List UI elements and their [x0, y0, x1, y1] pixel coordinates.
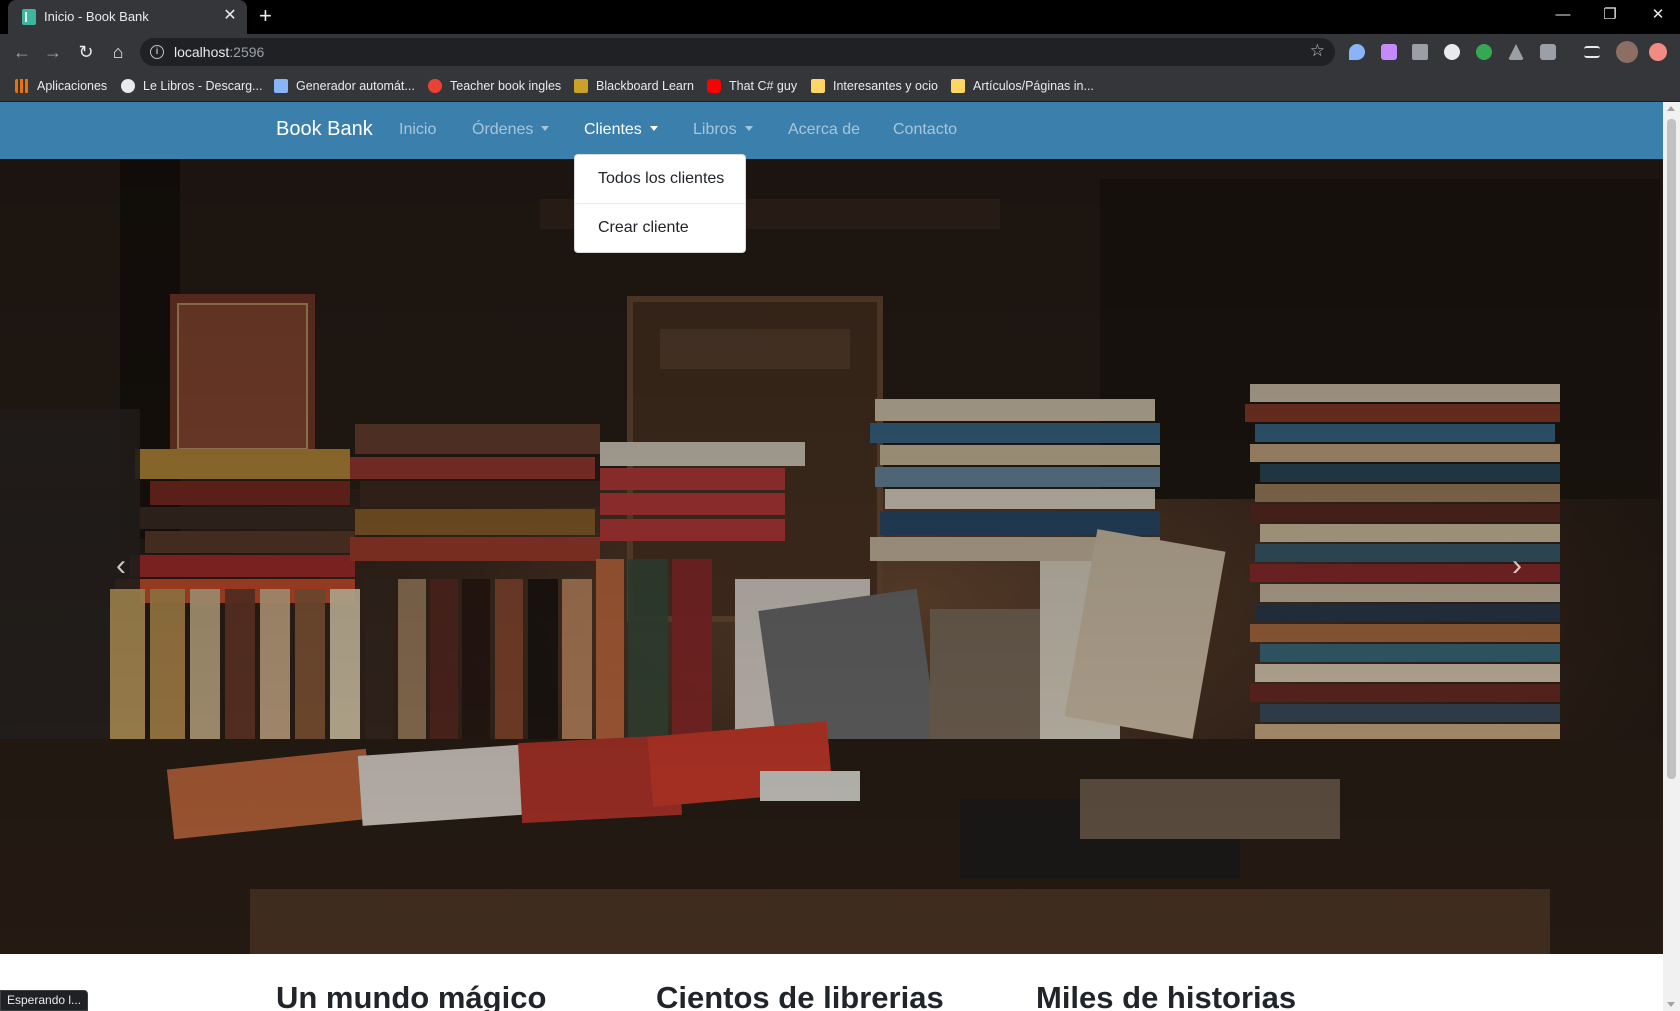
dropdown-divider	[575, 203, 745, 204]
nav-contacto[interactable]: Contacto	[893, 121, 957, 139]
bookmark-apps[interactable]: Aplicaciones	[15, 77, 107, 95]
address-bar[interactable]: i localhost:2596 ☆	[140, 38, 1335, 66]
feature-heading-2: Cientos de librerias	[656, 980, 944, 1011]
bookmark-folder-articulos[interactable]: Artículos/Páginas in...	[951, 77, 1094, 95]
window-close-button[interactable]: ✕	[1636, 4, 1680, 26]
dropdown-item-crear-cliente[interactable]: Crear cliente	[575, 206, 745, 250]
extension-volume-icon[interactable]	[1412, 44, 1428, 60]
brand-logo-text[interactable]: Book Bank	[276, 118, 373, 141]
scroll-thumb[interactable]	[1667, 119, 1676, 779]
page-scrollbar[interactable]	[1663, 102, 1680, 1011]
caret-down-icon	[744, 126, 753, 131]
site-navbar: Book Bank Inicio Órdenes Clientes Libros…	[0, 102, 1663, 159]
page-viewport: ‹ › Book Bank Inicio Órdenes Clientes Li…	[0, 102, 1680, 1011]
browser-toolbar: ← → ↻ ⌂ i localhost:2596 ☆	[0, 34, 1680, 70]
nav-ordenes[interactable]: Órdenes	[472, 121, 550, 139]
target-icon	[428, 79, 442, 93]
nav-libros[interactable]: Libros	[693, 121, 753, 139]
hero-carousel: ‹ ›	[0, 159, 1663, 954]
feature-heading-3: Miles de historias	[1036, 980, 1297, 1011]
folder-icon	[811, 79, 825, 93]
globe-icon	[121, 79, 135, 93]
bookmark-that-csharp-guy[interactable]: That C# guy	[707, 77, 797, 95]
scroll-up-icon[interactable]	[1667, 106, 1675, 111]
book-favicon-icon	[22, 9, 36, 25]
bookmark-teacher-book[interactable]: Teacher book ingles	[428, 77, 561, 95]
forward-button[interactable]: →	[42, 41, 64, 63]
back-button[interactable]: ←	[11, 41, 33, 63]
media-queue-icon[interactable]	[1584, 46, 1600, 58]
apps-grid-icon	[15, 79, 29, 93]
bookmark-blackboard[interactable]: Blackboard Learn	[574, 77, 694, 95]
extension-calendar-icon[interactable]	[1381, 44, 1397, 60]
extension-puzzle-icon[interactable]	[1540, 44, 1556, 60]
nav-libros-label: Libros	[693, 121, 737, 138]
tab-title: Inicio - Book Bank	[44, 9, 149, 24]
dropdown-item-todos-los-clientes[interactable]: Todos los clientes	[575, 157, 745, 201]
nav-clientes[interactable]: Clientes	[584, 121, 658, 139]
caret-down-icon	[541, 126, 550, 131]
profile-avatar[interactable]	[1616, 41, 1638, 63]
nav-ordenes-label: Órdenes	[472, 121, 534, 138]
scroll-down-icon[interactable]	[1667, 1002, 1675, 1007]
browser-window: Inicio - Book Bank ✕ + — ❐ ✕ ← → ↻ ⌂ i l…	[0, 0, 1680, 1011]
extension-shield-icon[interactable]	[1349, 44, 1365, 60]
clientes-dropdown-menu: Todos los clientes Crear cliente	[574, 154, 746, 253]
update-menu-icon[interactable]	[1649, 43, 1667, 61]
site-info-icon[interactable]: i	[150, 45, 164, 59]
bb-icon	[574, 79, 588, 93]
bookshop-photo	[0, 159, 1663, 954]
tab-strip: Inicio - Book Bank ✕ + — ❐ ✕	[0, 0, 1680, 34]
extension-drive-icon[interactable]	[1508, 44, 1524, 60]
home-button[interactable]: ⌂	[107, 41, 129, 63]
nav-acerca-de[interactable]: Acerca de	[788, 121, 860, 139]
extension-green-icon[interactable]	[1476, 44, 1492, 60]
bookmark-star-icon[interactable]: ☆	[1310, 41, 1325, 61]
bookmark-folder-interesantes[interactable]: Interesantes y ocio	[811, 77, 938, 95]
carousel-next-button[interactable]: ›	[1512, 549, 1522, 583]
new-tab-button[interactable]: +	[259, 5, 272, 27]
feature-heading-1: Un mundo mágico	[276, 980, 547, 1011]
nav-clientes-label: Clientes	[584, 121, 642, 138]
bookmark-le-libros[interactable]: Le Libros - Descarg...	[121, 77, 263, 95]
bookmarks-bar: Aplicaciones Le Libros - Descarg... Gene…	[0, 70, 1680, 102]
caret-down-icon	[649, 126, 658, 131]
carousel-prev-button[interactable]: ‹	[116, 549, 126, 583]
bookmark-generador[interactable]: Generador automát...	[274, 77, 415, 95]
minimize-button[interactable]: —	[1541, 4, 1585, 26]
nav-inicio[interactable]: Inicio	[399, 121, 436, 139]
tab-close-icon[interactable]: ✕	[221, 7, 239, 25]
document-icon	[274, 79, 288, 93]
reload-button[interactable]: ↻	[75, 41, 97, 63]
extension-chat-icon[interactable]	[1444, 44, 1460, 60]
tab-active[interactable]: Inicio - Book Bank ✕	[8, 0, 247, 34]
youtube-icon	[707, 79, 721, 93]
url-text[interactable]: localhost:2596	[174, 44, 264, 60]
folder-icon	[951, 79, 965, 93]
restore-button[interactable]: ❐	[1588, 4, 1632, 26]
status-bubble: Esperando l...	[0, 990, 89, 1011]
